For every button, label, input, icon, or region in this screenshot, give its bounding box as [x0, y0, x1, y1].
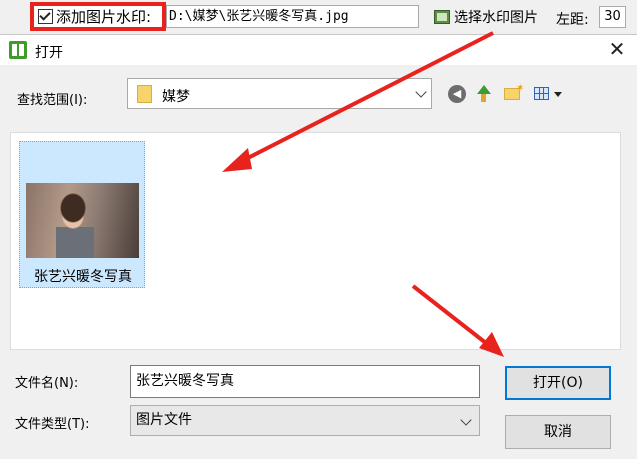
- look-in-dropdown[interactable]: 媒梦: [127, 78, 432, 109]
- filetype-value: 图片文件: [136, 412, 192, 428]
- filetype-select[interactable]: 图片文件: [130, 405, 480, 436]
- file-item[interactable]: 张艺兴暖冬写真: [19, 141, 145, 288]
- select-watermark-button[interactable]: 选择水印图片: [434, 6, 538, 28]
- up-arrow-icon: [477, 85, 491, 94]
- parent-toolbar: 添加图片水印: D:\媒梦\张艺兴暖冬写真.jpg 选择水印图片 左距: 30: [0, 0, 637, 35]
- new-folder-icon: ✶: [504, 83, 524, 100]
- select-watermark-label: 选择水印图片: [454, 10, 538, 26]
- watermark-path-field[interactable]: D:\媒梦\张艺兴暖冬写真.jpg: [166, 5, 419, 28]
- add-watermark-label: 添加图片水印:: [56, 8, 152, 26]
- left-margin-input[interactable]: 30: [599, 6, 626, 28]
- look-in-value: 媒梦: [162, 89, 190, 105]
- open-file-dialog: 打开 ✕ 查找范围(I): 媒梦 ◀ ✶ 张艺兴暖冬写真 文件名(N): 张艺兴…: [0, 34, 637, 459]
- new-folder-button[interactable]: ✶: [502, 83, 524, 105]
- dropdown-arrow-icon: [554, 92, 562, 97]
- view-grid-icon: [534, 87, 549, 100]
- image-thumbnail: [26, 183, 139, 258]
- chevron-down-icon: [415, 86, 427, 98]
- look-in-label: 查找范围(I):: [17, 93, 88, 108]
- file-name: 张艺兴暖冬写真: [34, 269, 132, 285]
- dialog-title-bar: 打开 ✕: [0, 35, 637, 65]
- left-margin-label: 左距:: [556, 12, 589, 28]
- file-list[interactable]: 张艺兴暖冬写真: [10, 132, 621, 350]
- folder-icon: [137, 85, 152, 103]
- back-button[interactable]: ◀: [446, 83, 468, 105]
- chevron-down-icon: [460, 414, 472, 426]
- filename-input[interactable]: 张艺兴暖冬写真: [130, 365, 480, 398]
- open-button[interactable]: 打开(O): [505, 366, 611, 400]
- image-icon: [434, 10, 450, 24]
- filename-label: 文件名(N):: [15, 376, 79, 391]
- view-menu-button[interactable]: [533, 83, 565, 105]
- add-watermark-checkbox[interactable]: 添加图片水印:: [30, 2, 166, 31]
- close-icon[interactable]: ✕: [606, 39, 628, 61]
- dialog-title: 打开: [35, 45, 63, 61]
- app-logo-icon: [9, 41, 27, 59]
- checkbox-checked-icon[interactable]: [38, 9, 53, 24]
- back-arrow-icon: ◀: [448, 85, 466, 103]
- cancel-button[interactable]: 取消: [505, 415, 611, 449]
- up-folder-button[interactable]: [473, 83, 495, 105]
- filetype-label: 文件类型(T):: [15, 417, 90, 432]
